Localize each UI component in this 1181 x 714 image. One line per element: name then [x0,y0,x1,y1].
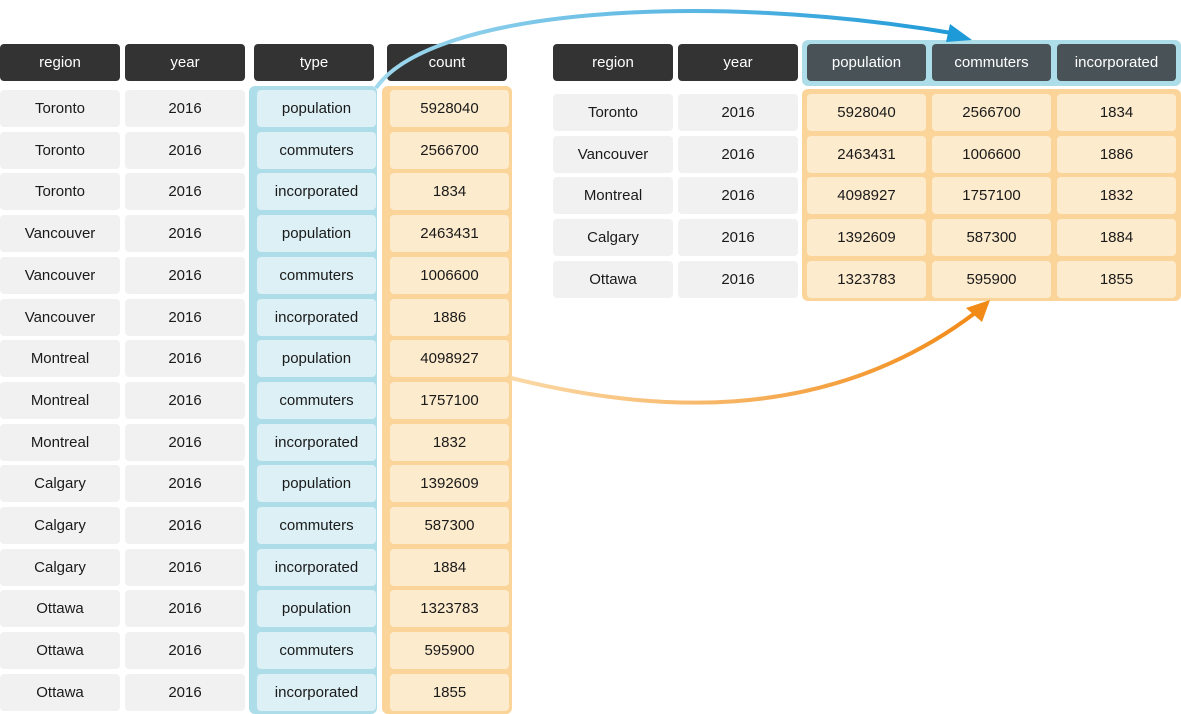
right-cell: 1886 [1057,135,1176,173]
right-cell: 1006600 [932,135,1051,173]
left-cell: 1886 [390,298,509,336]
left-cell: 2016 [125,340,245,378]
left-cell: 1757100 [390,381,509,419]
left-cell: 1323783 [390,590,509,628]
right-header-commuters: commuters [932,44,1051,81]
left-cell: incorporated [257,298,376,336]
left-cell: Toronto [0,131,120,169]
left-cell: 2016 [125,90,245,127]
right-cell: 2566700 [932,94,1051,131]
left-cell: population [257,340,376,378]
left-cell: 2016 [125,423,245,461]
left-cell: incorporated [257,173,376,211]
left-cell: 2016 [125,673,245,711]
left-header-type: type [254,44,374,81]
left-cell: commuters [257,256,376,294]
left-cell: Ottawa [0,632,120,670]
left-cell: 1834 [390,173,509,211]
left-cell: 1884 [390,548,509,586]
left-cell: Calgary [0,507,120,544]
left-cell: Ottawa [0,590,120,628]
left-cell: commuters [257,632,376,670]
right-cell: 1832 [1057,177,1176,215]
left-cell: Toronto [0,90,120,127]
right-cell: 2016 [678,177,798,215]
left-cell: 5928040 [390,90,509,127]
right-cell: 5928040 [807,94,926,131]
right-cell: 587300 [932,219,1051,257]
right-cell: 2016 [678,260,798,298]
orange-arrowhead-icon [966,300,990,322]
left-cell: 2463431 [390,215,509,253]
left-cell: incorporated [257,548,376,586]
left-header-year: year [125,44,245,81]
left-cell: 2566700 [390,131,509,169]
right-cell: 1323783 [807,260,926,298]
left-cell: Montreal [0,381,120,419]
left-header-count: count [387,44,507,81]
left-cell: Montreal [0,423,120,461]
left-cell: Ottawa [0,673,120,711]
left-cell: 2016 [125,131,245,169]
left-header-region: region [0,44,120,81]
left-cell: Vancouver [0,298,120,336]
right-cell: 595900 [932,260,1051,298]
left-cell: population [257,465,376,503]
right-cell: 2016 [678,219,798,257]
left-cell: 2016 [125,298,245,336]
orange-arrow-curve [510,311,977,405]
left-cell: commuters [257,381,376,419]
left-cell: 587300 [390,507,509,544]
left-cell: Vancouver [0,256,120,294]
right-cell: 1884 [1057,219,1176,257]
right-cell: 2016 [678,135,798,173]
left-cell: 595900 [390,632,509,670]
right-header-year: year [678,44,798,81]
right-cell: 2463431 [807,135,926,173]
left-cell: Vancouver [0,215,120,253]
left-cell: 2016 [125,173,245,211]
right-cell: Toronto [553,94,673,131]
right-cell: 1392609 [807,219,926,257]
right-cell: Montreal [553,177,673,215]
left-cell: 2016 [125,632,245,670]
left-cell: Calgary [0,548,120,586]
right-cell: 1757100 [932,177,1051,215]
left-cell: population [257,90,376,127]
right-header-incorporated: incorporated [1057,44,1176,81]
left-cell: 2016 [125,548,245,586]
left-cell: commuters [257,507,376,544]
left-cell: 2016 [125,507,245,544]
left-cell: 2016 [125,590,245,628]
right-cell: Ottawa [553,260,673,298]
right-cell: 2016 [678,94,798,131]
left-cell: incorporated [257,423,376,461]
right-cell: 1834 [1057,94,1176,131]
right-cell: Calgary [553,219,673,257]
left-cell: Toronto [0,173,120,211]
left-cell: 1006600 [390,256,509,294]
left-cell: 2016 [125,465,245,503]
left-cell: Montreal [0,340,120,378]
left-cell: commuters [257,131,376,169]
left-cell: 4098927 [390,340,509,378]
right-header-population: population [807,44,926,81]
right-header-region: region [553,44,673,81]
left-cell: 2016 [125,215,245,253]
left-cell: Calgary [0,465,120,503]
left-cell: 1855 [390,673,509,711]
right-cell: Vancouver [553,135,673,173]
left-cell: incorporated [257,673,376,711]
left-cell: 1392609 [390,465,509,503]
left-cell: population [257,590,376,628]
right-cell: 1855 [1057,260,1176,298]
left-cell: 2016 [125,256,245,294]
left-cell: population [257,215,376,253]
left-cell: 2016 [125,381,245,419]
left-cell: 1832 [390,423,509,461]
right-cell: 4098927 [807,177,926,215]
